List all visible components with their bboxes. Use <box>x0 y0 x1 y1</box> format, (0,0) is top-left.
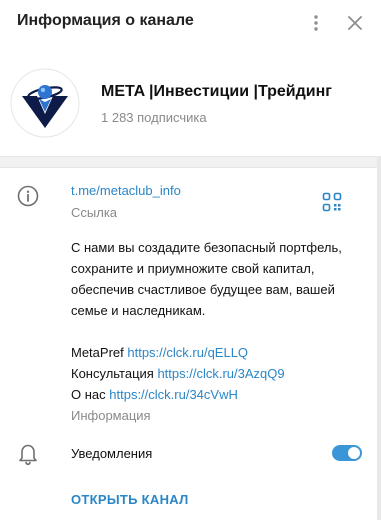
description-links: MetaPref https://clck.ru/qELLQ Консульта… <box>71 342 361 426</box>
more-vertical-icon <box>314 15 318 31</box>
description-line: С нами вы создадите безопасный портфель, <box>71 240 342 255</box>
scrollbar[interactable] <box>377 156 381 520</box>
description-line: сохраните и приумножите свой капитал, <box>71 261 315 276</box>
link-row-consultation: Консультация https://clck.ru/3AzqQ9 <box>71 363 361 384</box>
close-button[interactable] <box>344 12 366 34</box>
notifications-label: Уведомления <box>71 446 153 461</box>
link-label: MetaPref <box>71 345 124 360</box>
description-text: С нами вы создадите безопасный портфель,… <box>71 237 361 321</box>
channel-avatar[interactable] <box>10 68 80 138</box>
page-title: Информация о канале <box>17 12 194 29</box>
channel-link[interactable]: t.me/metaclub_info <box>71 183 181 198</box>
link-caption: Ссылка <box>71 205 118 220</box>
info-caption: Информация <box>71 408 151 423</box>
close-icon <box>348 16 362 30</box>
consultation-link[interactable]: https://clck.ru/3AzqQ9 <box>157 366 284 381</box>
info-icon <box>17 185 39 207</box>
description-line: обеспечив счастливое будущее вам, вашей <box>71 282 335 297</box>
more-options-button[interactable] <box>306 12 326 34</box>
meta-logo-icon <box>10 68 80 138</box>
subscriber-count: 1 283 подписчика <box>101 110 207 125</box>
link-label: Консультация <box>71 366 154 381</box>
channel-description: С нами вы создадите безопасный портфель,… <box>71 237 361 426</box>
header: Информация о канале <box>0 0 381 46</box>
qr-code-icon[interactable] <box>322 192 342 212</box>
channel-profile: META |Инвестиции |Трейдинг 1 283 подписч… <box>0 46 381 156</box>
notifications-toggle[interactable] <box>332 445 362 461</box>
about-link[interactable]: https://clck.ru/34cVwH <box>109 387 238 402</box>
link-label: О нас <box>71 387 106 402</box>
open-channel-button[interactable]: ОТКРЫТЬ КАНАЛ <box>71 492 189 507</box>
link-row-about: О нас https://clck.ru/34cVwH <box>71 384 361 405</box>
link-row-metapref: MetaPref https://clck.ru/qELLQ <box>71 342 361 363</box>
metapref-link[interactable]: https://clck.ru/qELLQ <box>127 345 248 360</box>
toggle-knob <box>347 446 361 460</box>
channel-name: META |Инвестиции |Трейдинг <box>101 83 332 100</box>
bell-icon <box>19 444 37 466</box>
section-divider <box>0 156 381 168</box>
description-line: семье и наследникам. <box>71 303 206 318</box>
